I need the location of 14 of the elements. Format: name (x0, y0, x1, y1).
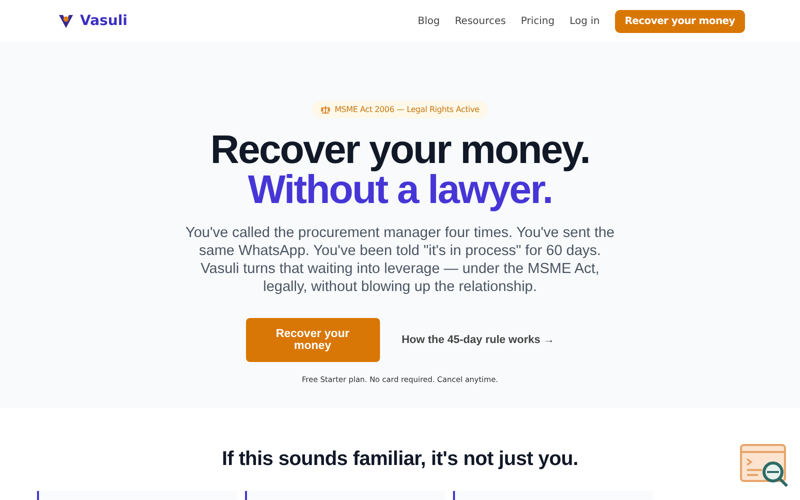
brand-name[interactable]: Vasuli (80, 13, 128, 29)
nav-link[interactable]: Pricing (520, 16, 555, 26)
scales-icon (320, 106, 330, 114)
hero-title: Recover your money. (210, 130, 590, 170)
rule-link[interactable]: How the 45-day rule works → (402, 334, 554, 346)
section-heading: If this sounds familiar, it's not just you. (222, 448, 578, 471)
badge-text: MSME Act 2006 — Legal Rights Active (334, 105, 480, 114)
hero-description: You've called the procurement manager four times. You've sent the same WhatsApp. You've been told "it's in process" for 60 days. Vasuli turns that waiting into leverage — under the MSME Act, legally, without blowing up the relationship. (185, 224, 615, 296)
nav-link[interactable]: Log in (570, 16, 600, 26)
nav-link[interactable]: Resources (454, 16, 506, 26)
search-widget-icon[interactable] (740, 444, 790, 488)
hero-subtitle: Without a lawyer. (248, 170, 552, 210)
nav-link[interactable]: Blog (418, 16, 440, 26)
logo-icon (58, 13, 74, 29)
